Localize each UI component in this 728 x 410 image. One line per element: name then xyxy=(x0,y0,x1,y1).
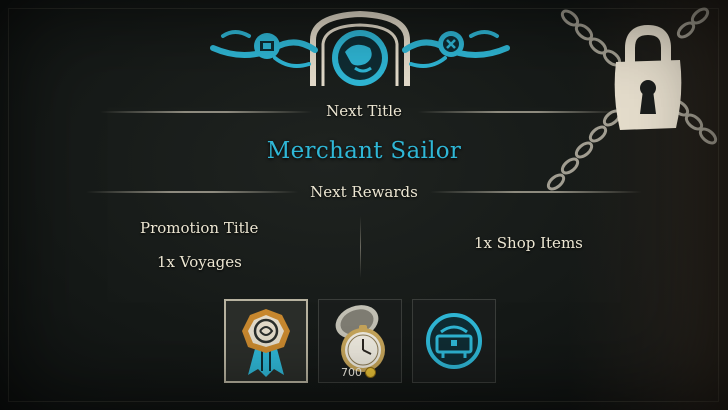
reward-promotion-title: Promotion Title xyxy=(140,219,259,237)
next-title-value: Merchant Sailor xyxy=(266,138,462,164)
reward-slot-voyage[interactable] xyxy=(412,299,496,383)
next-title-heading: Next Title xyxy=(326,102,402,120)
price-value: 700 xyxy=(341,366,362,379)
gold-coin-icon xyxy=(365,367,376,378)
voyage-chest-icon xyxy=(426,313,482,369)
padlock-chains-icon xyxy=(530,0,728,200)
reward-voyages: 1x Voyages xyxy=(157,253,242,271)
reward-shop-items: 1x Shop Items xyxy=(474,234,583,252)
price-tag: 700 xyxy=(341,366,376,379)
next-rewards-heading: Next Rewards xyxy=(310,183,418,201)
merchant-emblem-icon xyxy=(205,6,515,92)
reward-slot-pocket-watch[interactable]: 700 xyxy=(318,299,402,383)
reward-slot-promotion[interactable] xyxy=(224,299,308,383)
promotion-medal-icon xyxy=(242,309,290,377)
column-separator xyxy=(360,216,361,278)
